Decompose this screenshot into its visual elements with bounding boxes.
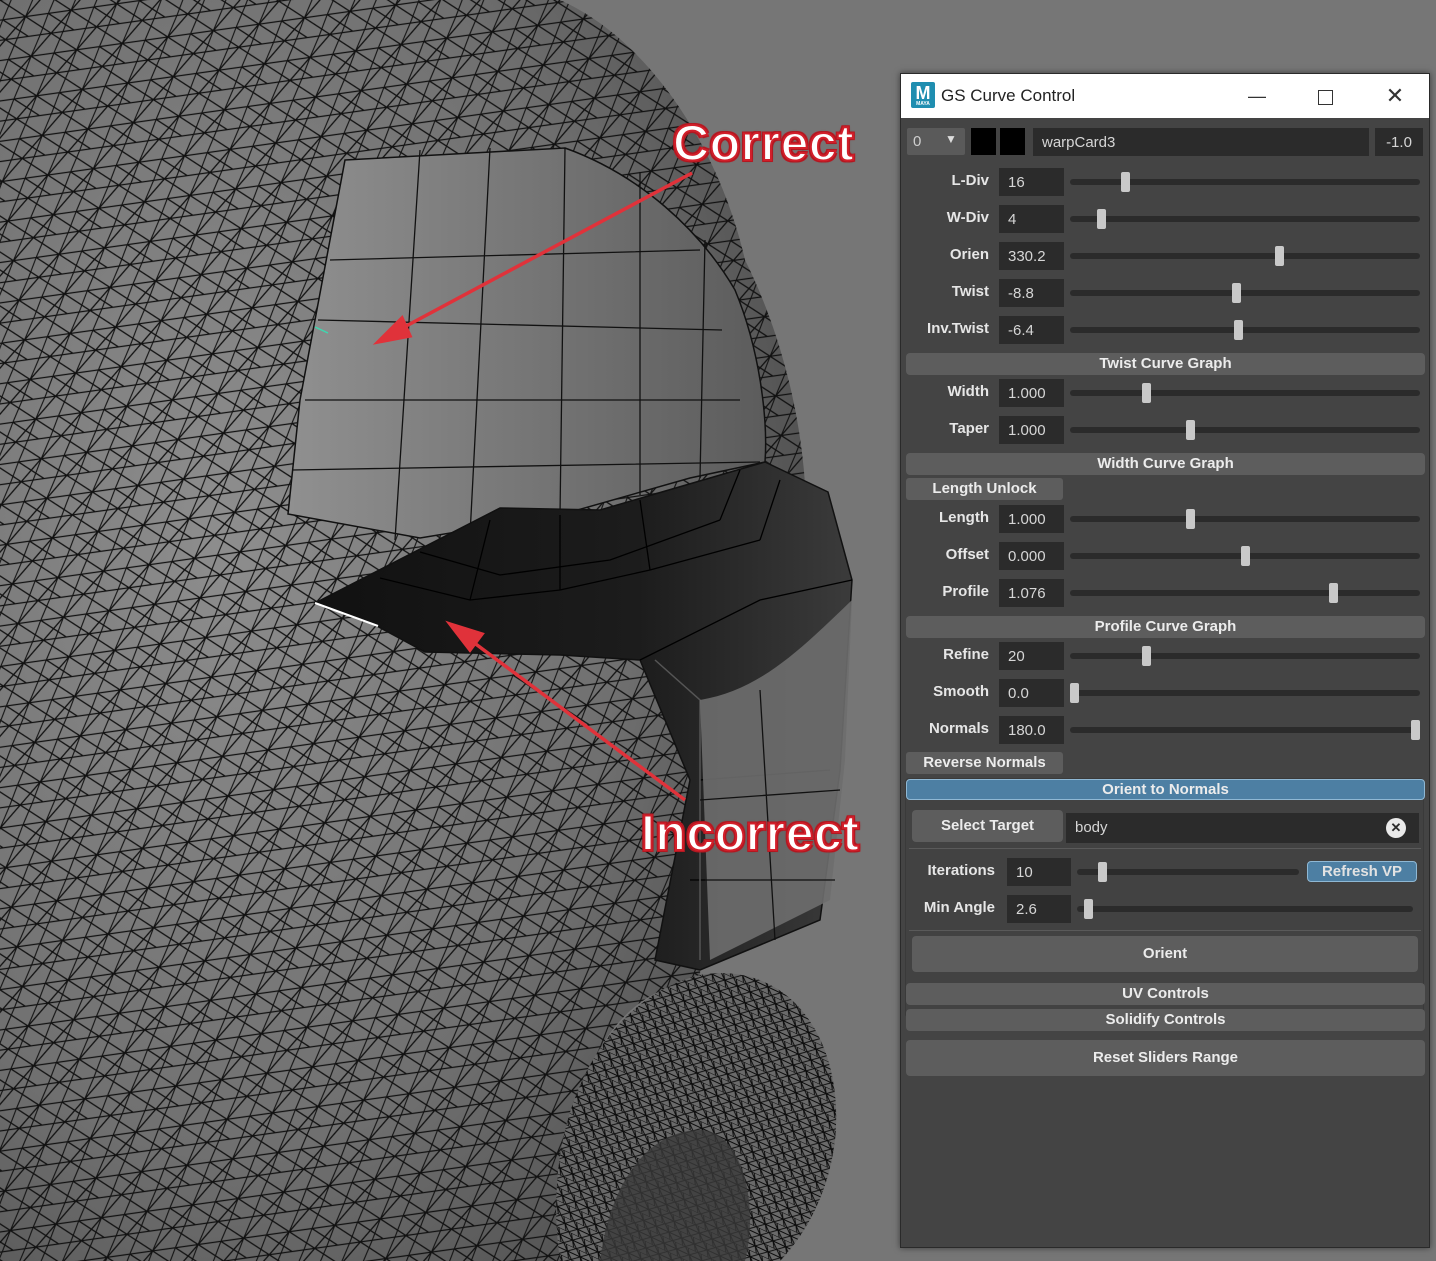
min-angle-field[interactable]: 2.6: [1007, 895, 1071, 923]
l-div-field[interactable]: 16: [999, 168, 1064, 196]
maximize-icon[interactable]: [1305, 80, 1345, 112]
twist-curve-graph-header[interactable]: Twist Curve Graph: [906, 353, 1425, 375]
taper-slider[interactable]: [1070, 427, 1420, 433]
twist-field[interactable]: -8.8: [999, 279, 1064, 307]
normals-slider-handle[interactable]: [1411, 720, 1420, 740]
gs-curve-control-window: M MAYA GS Curve Control — ✕ 0 ▼ warpCard3…: [900, 73, 1430, 1248]
reset-sliders-range-button[interactable]: Reset Sliders Range: [906, 1040, 1425, 1076]
offset-slider-handle[interactable]: [1240, 546, 1250, 566]
w-div-slider[interactable]: [1070, 216, 1420, 222]
title-bar[interactable]: M MAYA GS Curve Control — ✕: [901, 74, 1429, 118]
length-field[interactable]: 1.000: [999, 505, 1064, 533]
w-div-field[interactable]: 4: [999, 205, 1064, 233]
width-field[interactable]: 1.000: [999, 379, 1064, 407]
solidify-controls-header[interactable]: Solidify Controls: [906, 1009, 1425, 1031]
length-unlock-button[interactable]: Length Unlock: [906, 478, 1063, 500]
profile-slider-handle[interactable]: [1329, 583, 1339, 603]
clear-target-icon[interactable]: ✕: [1386, 818, 1406, 838]
annotation-correct: Correct: [672, 114, 855, 172]
inv-twist-slider[interactable]: [1070, 327, 1420, 333]
profile-slider[interactable]: [1070, 590, 1420, 596]
min-angle-label: Min Angle: [923, 899, 995, 916]
divider: [909, 930, 1421, 931]
iterations-slider-handle[interactable]: [1098, 862, 1108, 882]
color-swatch-1[interactable]: [971, 128, 996, 155]
layer-value: 0: [913, 133, 922, 150]
refine-field[interactable]: 20: [999, 642, 1064, 670]
orien-field[interactable]: 330.2: [999, 242, 1064, 270]
orient-button[interactable]: Orient: [912, 936, 1418, 972]
iterations-label: Iterations: [927, 862, 995, 879]
min-angle-slider[interactable]: [1077, 906, 1413, 912]
refresh-vp-button[interactable]: Refresh VP: [1307, 861, 1417, 882]
inv-twist-slider-handle[interactable]: [1233, 320, 1243, 340]
length-slider-handle[interactable]: [1185, 509, 1195, 529]
inv-twist-label: Inv.Twist: [927, 320, 989, 337]
offset-label: Offset: [945, 546, 989, 563]
smooth-slider[interactable]: [1070, 690, 1420, 696]
smooth-label: Smooth: [933, 683, 989, 700]
select-target-button[interactable]: Select Target: [912, 810, 1063, 842]
orien-slider-handle[interactable]: [1274, 246, 1284, 266]
color-swatch-2[interactable]: [1000, 128, 1025, 155]
length-slider[interactable]: [1070, 516, 1420, 522]
minimize-icon[interactable]: —: [1237, 80, 1277, 112]
annotation-incorrect: Incorrect: [640, 804, 860, 862]
refine-slider[interactable]: [1070, 653, 1420, 659]
twist-slider[interactable]: [1070, 290, 1420, 296]
iterations-field[interactable]: 10: [1007, 858, 1071, 886]
taper-label: Taper: [949, 420, 989, 437]
inv-twist-field[interactable]: -6.4: [999, 316, 1064, 344]
maya-app-icon: M MAYA: [911, 82, 935, 108]
taper-slider-handle[interactable]: [1185, 420, 1195, 440]
taper-field[interactable]: 1.000: [999, 416, 1064, 444]
l-div-slider-handle[interactable]: [1121, 172, 1131, 192]
min-angle-slider-handle[interactable]: [1083, 899, 1093, 919]
w-div-slider-handle[interactable]: [1097, 209, 1107, 229]
width-curve-graph-header[interactable]: Width Curve Graph: [906, 453, 1425, 475]
divider: [909, 848, 1421, 849]
reverse-normals-button[interactable]: Reverse Normals: [906, 752, 1063, 774]
header-value-field[interactable]: -1.0: [1375, 128, 1423, 156]
refine-label: Refine: [943, 646, 989, 663]
close-icon[interactable]: ✕: [1375, 80, 1415, 112]
panel-content: 0 ▼ warpCard3 -1.0 L-Div 16 W-Div 4 Orien 330…: [901, 118, 1429, 1247]
chevron-down-icon: ▼: [945, 132, 957, 146]
width-slider-handle[interactable]: [1141, 383, 1151, 403]
width-label: Width: [947, 383, 989, 400]
orien-label: Orien: [949, 246, 989, 263]
w-div-label: W-Div: [946, 209, 989, 226]
twist-label: Twist: [951, 283, 989, 300]
curve-name-field[interactable]: warpCard3: [1033, 128, 1369, 156]
profile-field[interactable]: 1.076: [999, 579, 1064, 607]
iterations-slider[interactable]: [1077, 869, 1299, 875]
l-div-label: L-Div: [951, 172, 990, 189]
orien-slider[interactable]: [1070, 253, 1420, 259]
normals-slider[interactable]: [1070, 727, 1420, 733]
window-title: GS Curve Control: [941, 86, 1076, 105]
smooth-slider-handle[interactable]: [1070, 683, 1079, 703]
uv-controls-header[interactable]: UV Controls: [906, 983, 1425, 1005]
twist-slider-handle[interactable]: [1231, 283, 1241, 303]
smooth-field[interactable]: 0.0: [999, 679, 1064, 707]
refine-slider-handle[interactable]: [1141, 646, 1151, 666]
length-label: Length: [939, 509, 989, 526]
profile-curve-graph-header[interactable]: Profile Curve Graph: [906, 616, 1425, 638]
normals-field[interactable]: 180.0: [999, 716, 1064, 744]
target-field[interactable]: body: [1066, 813, 1419, 843]
offset-field[interactable]: 0.000: [999, 542, 1064, 570]
orient-to-normals-header[interactable]: Orient to Normals: [906, 779, 1425, 800]
profile-label: Profile: [942, 583, 989, 600]
normals-label: Normals: [928, 720, 989, 737]
layer-dropdown[interactable]: 0 ▼: [907, 128, 965, 155]
width-slider[interactable]: [1070, 390, 1420, 396]
